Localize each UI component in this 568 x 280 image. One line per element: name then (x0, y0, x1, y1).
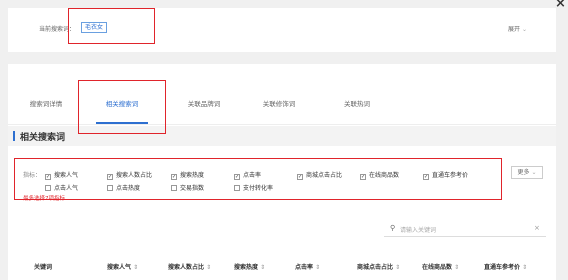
chevron-down-icon: ⌄ (531, 169, 537, 176)
metrics-highlight-box (14, 158, 502, 200)
sort-icon: ⇕ (206, 264, 212, 271)
keyword-search-box[interactable]: ⚲ 请输入关键词 × (384, 222, 546, 237)
more-label: 更多 (517, 169, 530, 176)
col-search-heat[interactable]: 搜索热度 ⇕ (234, 262, 265, 271)
col-searcher-share[interactable]: 搜索人数占比 ⇕ (168, 262, 211, 271)
tab-related-brand[interactable]: 关联品牌词 (178, 84, 230, 124)
section-title: 相关搜索词 (20, 133, 66, 143)
col-ctr[interactable]: 点击率 ⇕ (295, 262, 320, 271)
chevron-down-icon: ⌄ (521, 26, 527, 33)
tab-related-hot[interactable]: 关联热词 (331, 84, 383, 124)
sort-icon: ⇕ (133, 264, 139, 271)
col-ztc-price[interactable]: 直通车参考价 ⇕ (484, 262, 527, 271)
sort-icon: ⇕ (522, 264, 528, 271)
col-search-popularity[interactable]: 搜索人气 ⇕ (107, 262, 138, 271)
keyword-highlight-box (68, 8, 155, 44)
search-icon: ⚲ (390, 224, 396, 232)
close-icon[interactable]: × (555, 0, 566, 11)
col-mall-click-share[interactable]: 商城点击占比 ⇕ (357, 262, 400, 271)
clear-icon[interactable]: × (534, 224, 540, 232)
sort-icon: ⇕ (454, 264, 460, 271)
expand-label: 展开 (508, 26, 521, 33)
col-keyword: 关键词 (34, 264, 53, 271)
tab-search-detail[interactable]: 搜索词详情 (20, 84, 72, 124)
tab-highlight-box (78, 80, 166, 134)
col-online-items[interactable]: 在线商品数 ⇕ (422, 262, 459, 271)
tab-related-modifier[interactable]: 关联修饰词 (253, 84, 305, 124)
sort-icon: ⇕ (315, 264, 321, 271)
section-accent-bar (13, 131, 15, 141)
expand-toggle[interactable]: 展开 ⌄ (508, 24, 527, 33)
search-input[interactable]: 请输入关键词 (400, 225, 436, 234)
more-button[interactable]: 更多 ⌄ (511, 166, 543, 179)
sort-icon: ⇕ (260, 264, 266, 271)
sort-icon: ⇕ (395, 264, 401, 271)
